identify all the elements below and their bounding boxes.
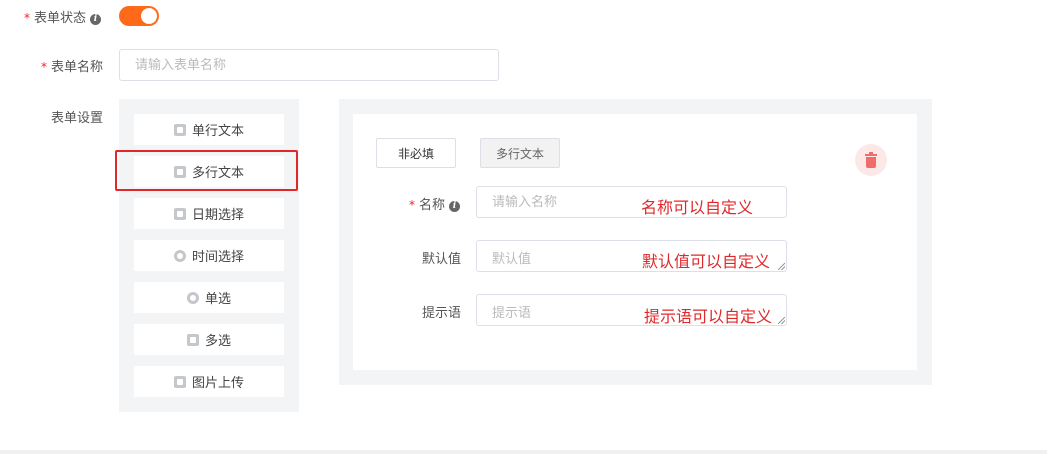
resize-handle-icon[interactable] (778, 263, 785, 270)
hint-annotation: 提示语可以自定义 (644, 307, 773, 326)
palette-item-image-upload[interactable]: 图片上传 (134, 366, 284, 397)
name-annotation: 名称可以自定义 (641, 198, 754, 217)
palette-item-checkbox[interactable]: 多选 (134, 324, 284, 355)
text-icon (173, 123, 186, 136)
clock-icon (173, 249, 186, 262)
hint-placeholder: 提示语 (492, 306, 532, 321)
required-asterisk: * (409, 198, 415, 212)
toggle-knob (141, 8, 157, 24)
hint-label: 提示语 (422, 306, 462, 321)
field-type-button[interactable]: 多行文本 (480, 138, 560, 168)
required-toggle-button[interactable]: 非必填 (376, 138, 456, 168)
palette-item-single-line-text[interactable]: 单行文本 (134, 114, 284, 145)
selected-item-highlight (115, 150, 298, 191)
form-name-input[interactable] (119, 49, 499, 81)
radio-icon (186, 291, 199, 304)
form-name-label-row: * 表单名称 (41, 56, 103, 75)
form-name-label: 表单名称 (51, 60, 104, 75)
form-status-toggle[interactable] (119, 6, 159, 26)
form-status-label: 表单状态 (34, 11, 87, 26)
bottom-divider (0, 450, 1047, 454)
palette-item-radio[interactable]: 单选 (134, 282, 284, 313)
form-settings-label: 表单设置 (51, 111, 104, 126)
info-icon[interactable]: i (449, 201, 461, 212)
palette-item-time-picker[interactable]: 时间选择 (134, 240, 284, 271)
delete-field-button[interactable] (855, 144, 887, 176)
field-name-label-row: * 名称 i (409, 194, 461, 213)
required-asterisk: * (24, 11, 30, 25)
default-value-label: 默认值 (422, 252, 462, 267)
default-value-annotation: 默认值可以自定义 (642, 252, 771, 271)
default-value-placeholder: 默认值 (492, 252, 532, 267)
form-status-row: * 表单状态 i (24, 7, 102, 26)
palette-item-date-picker[interactable]: 日期选择 (134, 198, 284, 229)
field-config-panel: 非必填 多行文本 * 名称i 名称可以自定义 默认值 默认值 默认值可以自定义 提… (339, 99, 932, 385)
info-icon[interactable]: i (90, 14, 102, 25)
calendar-icon (173, 207, 186, 220)
required-asterisk: * (41, 60, 47, 74)
field-config-card: 非必填 多行文本 * 名称i 名称可以自定义 默认值 默认值 默认值可以自定义 提… (353, 114, 917, 370)
image-icon (173, 375, 186, 388)
resize-handle-icon[interactable] (778, 317, 785, 324)
field-type-palette: 单行文本 多行文本 日期选择 时间选择 单选 多选 图片上传 (119, 99, 299, 412)
field-name-label: 名称 (419, 198, 446, 213)
checkbox-icon (186, 333, 199, 346)
